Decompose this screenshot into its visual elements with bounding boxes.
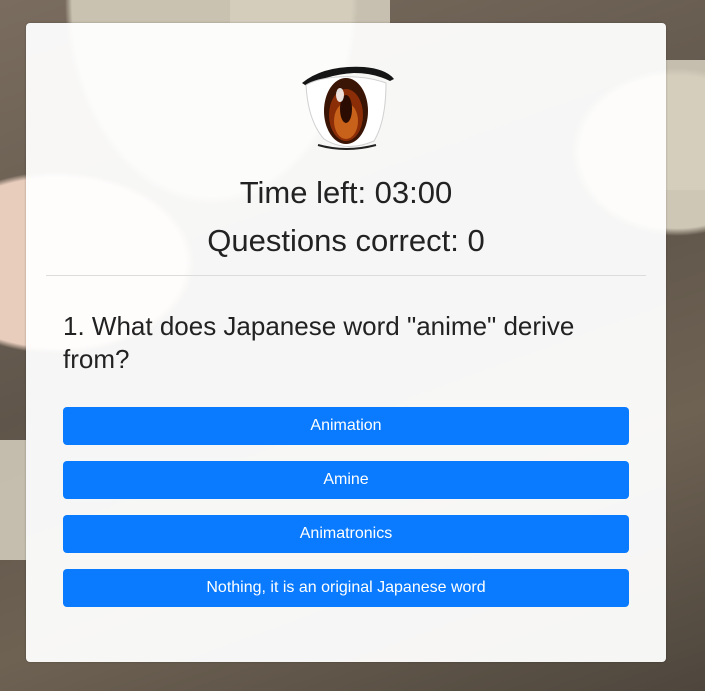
divider — [46, 275, 646, 276]
answer-button-original-word[interactable]: Nothing, it is an original Japanese word — [63, 569, 629, 607]
answer-button-animatronics[interactable]: Animatronics — [63, 515, 629, 553]
quiz-card: Time left: 03:00 Questions correct: 0 1.… — [26, 23, 666, 662]
answer-button-amine[interactable]: Amine — [63, 461, 629, 499]
answer-list: Animation Amine Animatronics Nothing, it… — [63, 407, 629, 623]
anime-eye-icon — [302, 66, 394, 150]
question-text: 1. What does Japanese word "anime" deriv… — [63, 311, 575, 374]
questions-correct-label: Questions correct: 0 — [207, 223, 485, 258]
time-left-label: Time left: 03:00 — [239, 175, 453, 210]
answer-button-animation[interactable]: Animation — [63, 407, 629, 445]
